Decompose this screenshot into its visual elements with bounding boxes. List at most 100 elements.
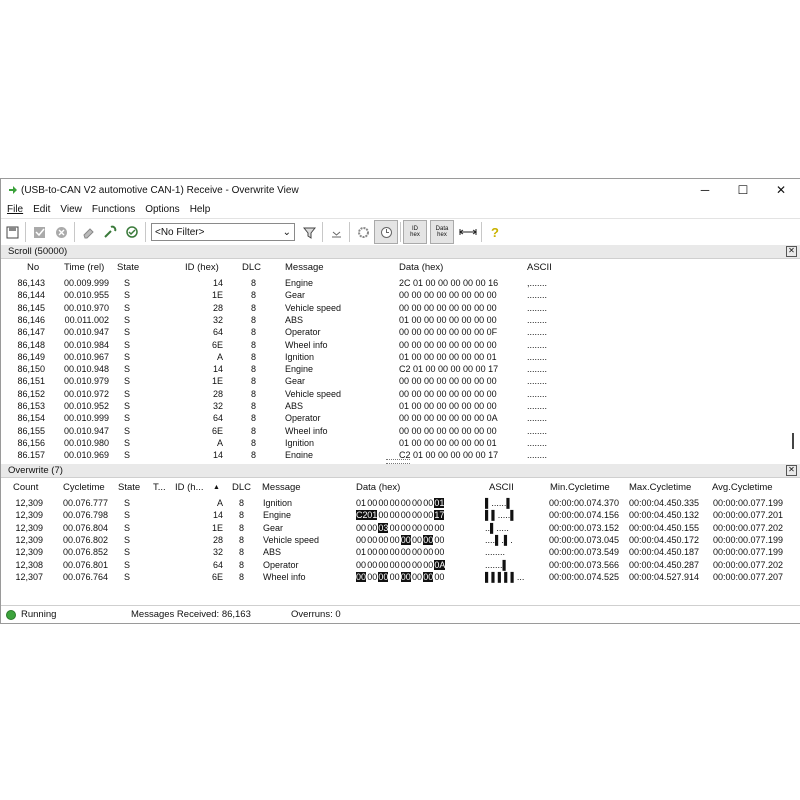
clear-button[interactable] <box>77 221 99 243</box>
table-cell: S <box>124 401 131 411</box>
table-row[interactable]: 12,309 00.076.802 S 28 8 Vehicle speed ....▌.▌… <box>1 534 800 547</box>
data-byte: 01 <box>434 498 445 508</box>
data-byte: 00 <box>434 571 445 582</box>
table-cell: 00:00:00.077.201 <box>713 510 784 521</box>
close-button[interactable]: ✕ <box>762 179 800 201</box>
menu-options[interactable]: Options <box>145 204 179 215</box>
maximize-button[interactable]: ☐ <box>724 179 762 201</box>
table-row[interactable]: 86,154 00.010.999 S 64 8 Operator 00 00 00 00 … <box>1 413 800 425</box>
col-header[interactable]: No <box>27 262 39 273</box>
close-icon[interactable]: ✕ <box>786 465 797 476</box>
table-cell: 14 <box>212 364 223 375</box>
menu-edit[interactable]: Edit <box>33 204 50 215</box>
col-header[interactable]: DLC <box>232 482 251 493</box>
id-hex-button[interactable]: ID hex <box>403 220 427 244</box>
col-header[interactable]: DLC <box>242 262 261 273</box>
table-row[interactable]: 12,308 00.076.801 S 64 8 Operator .......▌ 00:0… <box>1 559 800 572</box>
table-row[interactable]: 86,155 00.010.947 S 6E 8 Wheel info 00 00 00 0… <box>1 426 800 438</box>
scroll-thumb[interactable] <box>792 433 794 449</box>
data-byte: 00 <box>434 522 445 533</box>
table-cell: 8 <box>239 559 245 570</box>
table-cell: 00 00 00 00 00 00 00 00 <box>399 302 497 313</box>
data-byte: 00 <box>378 510 389 521</box>
filter-select[interactable]: <No Filter> ⌄ <box>151 223 295 241</box>
table-row[interactable]: 86,151 00.010.979 S 1E 8 Gear 00 00 00 00 00 0… <box>1 376 800 388</box>
tool-button[interactable] <box>99 221 121 243</box>
config-button[interactable] <box>121 221 143 243</box>
table-row[interactable]: 12,309 00.076.852 S 32 8 ABS........ 00:00:00.… <box>1 547 800 559</box>
table-row[interactable]: 86,143 00.009.999 S 14 8 Engine 2C 01 00 00 00… <box>1 278 800 290</box>
col-header[interactable]: ID (h... <box>175 482 204 493</box>
table-row[interactable]: 12,309 00.076.798 S 14 8 Engine ▌▌.....▌ 00:00:… <box>1 510 800 522</box>
table-row[interactable]: 86,153 00.010.952 S 32 8 ABS 01 00 00 00 00 00… <box>1 401 800 413</box>
close-icon[interactable]: ✕ <box>786 246 797 257</box>
table-row[interactable]: 86,157 00.010.969 S 14 8 Engine C2 01 00 00 00… <box>1 450 800 458</box>
col-header[interactable]: Time (rel) <box>64 262 104 273</box>
menu-view[interactable]: View <box>60 204 82 215</box>
data-byte: 00 <box>423 522 434 533</box>
table-cell: 00.010.970 <box>63 302 109 313</box>
menu-file[interactable]: File <box>7 204 23 215</box>
col-header[interactable]: Message <box>285 262 324 273</box>
table-row[interactable]: 86,156 00.010.980 S A 8 Ignition 01 00 00 00 0… <box>1 438 800 450</box>
refresh-button[interactable] <box>352 221 374 243</box>
overwrite-pane-header: Overwrite (7) ✕ <box>1 464 800 478</box>
table-cell: Ignition <box>263 498 293 508</box>
scroll-to-end-button[interactable] <box>325 221 347 243</box>
filter-button[interactable] <box>298 221 320 243</box>
table-cell: Vehicle speed <box>285 388 342 399</box>
clock-button[interactable] <box>374 220 398 244</box>
table-cell: ........ <box>527 413 548 424</box>
table-row[interactable]: 86,146 00.011.002 S 32 8 ABS 01 00 00 00 00 00… <box>1 315 800 327</box>
table-row[interactable]: 12,309 00.076.804 S 1E 8 Gear ..▌..... 00:00:00… <box>1 522 800 535</box>
table-cell: 00:00:04.450.187 <box>629 547 700 558</box>
table-row[interactable]: 12,309 00.076.777 S A 8 Ignition ▌......▌ 00:00… <box>1 498 800 510</box>
table-row[interactable]: 86,144 00.010.955 S 1E 8 Gear 00 00 00 00 00 0… <box>1 290 800 302</box>
col-header[interactable]: Min.Cycletime <box>550 482 610 493</box>
col-header[interactable]: Max.Cycletime <box>629 482 691 493</box>
col-header[interactable]: ASCII <box>527 262 552 273</box>
start-button[interactable] <box>28 221 50 243</box>
col-header[interactable]: State <box>118 482 140 493</box>
col-header[interactable]: T... <box>153 482 166 493</box>
table-cell: Engine <box>285 278 314 288</box>
table-cell: S <box>124 571 131 582</box>
table-cell: 00.076.777 <box>62 498 108 508</box>
table-cell: 8 <box>239 510 245 521</box>
table-row[interactable]: 12,307 00.076.764 S 6E 8 Wheel info ▌▌▌▌▌... 00… <box>1 571 800 584</box>
table-cell: ........ <box>527 376 548 387</box>
data-hex-button[interactable]: Data hex <box>430 220 454 244</box>
scroll-pane-header: Scroll (50000) ✕ <box>1 245 800 259</box>
col-header[interactable]: Data (hex) <box>399 262 443 273</box>
table-row[interactable]: 86,152 00.010.972 S 28 8 Vehicle speed 00 00 0… <box>1 389 800 401</box>
save-button[interactable] <box>1 221 23 243</box>
table-row[interactable]: 86,148 00.010.984 S 6E 8 Wheel info 00 00 00 0… <box>1 340 800 352</box>
table-cell: ........ <box>527 425 548 436</box>
col-header[interactable]: Data (hex) <box>356 482 400 493</box>
cycletime-button[interactable] <box>457 221 479 243</box>
col-header[interactable]: Message <box>262 482 301 493</box>
table-cell: 00:00:00.074.156 <box>549 510 620 521</box>
table-cell: S <box>124 559 131 570</box>
col-header[interactable]: Cycletime <box>63 482 105 493</box>
col-header[interactable]: Avg.Cycletime <box>712 482 773 493</box>
col-header[interactable]: ID (hex) <box>185 262 219 273</box>
stop-button[interactable] <box>50 221 72 243</box>
table-cell: ........ <box>527 364 548 375</box>
table-cell: 00.010.952 <box>63 401 109 411</box>
col-header[interactable]: Count <box>13 482 38 493</box>
col-header[interactable]: ASCII <box>489 482 514 493</box>
table-cell: 28 <box>212 534 223 545</box>
table-cell: 6E <box>211 339 223 350</box>
data-byte: 00 <box>434 547 445 558</box>
table-row[interactable]: 86,149 00.010.967 S A 8 Ignition 01 00 00 00 0… <box>1 352 800 364</box>
menu-help[interactable]: Help <box>190 204 211 215</box>
data-byte: 00 <box>400 534 411 545</box>
minimize-button[interactable]: ─ <box>686 179 724 201</box>
menu-functions[interactable]: Functions <box>92 204 135 215</box>
table-row[interactable]: 86,147 00.010.947 S 64 8 Operator 00 00 00 00 … <box>1 327 800 339</box>
table-row[interactable]: 86,150 00.010.948 S 14 8 Engine C2 01 00 00 00… <box>1 364 800 376</box>
table-row[interactable]: 86,145 00.010.970 S 28 8 Vehicle speed 00 00 0… <box>1 303 800 315</box>
col-header[interactable]: State <box>117 262 139 273</box>
help-button[interactable]: ? <box>484 221 506 243</box>
